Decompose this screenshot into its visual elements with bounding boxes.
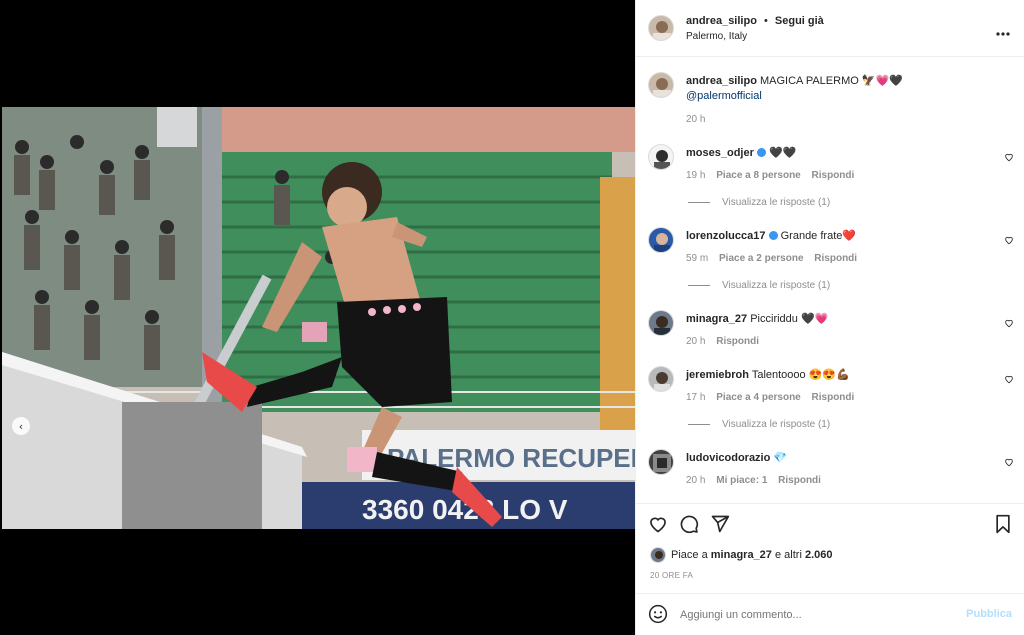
- comment-like-heart-icon[interactable]: [1004, 235, 1014, 245]
- comment-item: ludovicodorazio 💎 20 h Mi piace: 1 Rispo…: [636, 447, 1024, 497]
- comment-icon[interactable]: [679, 514, 699, 534]
- bookmark-icon[interactable]: [994, 514, 1012, 534]
- view-replies-button[interactable]: Visualizza le risposte (1): [688, 419, 830, 430]
- caption-avatar[interactable]: [648, 72, 674, 98]
- comment-avatar[interactable]: [648, 310, 674, 336]
- comment-time: 19 h: [686, 170, 706, 181]
- caption-mention-link[interactable]: @palermofficial: [686, 90, 762, 102]
- comment-like-heart-icon[interactable]: [1004, 152, 1014, 162]
- carousel-prev-button[interactable]: ‹: [12, 417, 30, 435]
- avatar[interactable]: [648, 15, 674, 41]
- comment-item: lorenzolucca17 Grande frate❤️ 59 m Piace…: [636, 225, 1024, 300]
- verified-badge-icon: [768, 230, 778, 240]
- caption-emoji: 🦅💗🖤: [861, 75, 903, 87]
- heart-icon[interactable]: [648, 514, 668, 534]
- post-header: andrea_silipo • Segui già Palermo, Italy: [636, 0, 1024, 56]
- likes-count[interactable]: 2.060: [805, 549, 833, 561]
- comment-likes-link[interactable]: Piace a 4 persone: [716, 392, 801, 403]
- comment-time: 20 h: [686, 475, 706, 486]
- comment-time: 59 m: [686, 253, 709, 264]
- comment-username[interactable]: jeremiebroh: [686, 369, 749, 381]
- caption-time: 20 h: [686, 114, 706, 125]
- comment-avatar[interactable]: [648, 227, 674, 253]
- comment-reply-button[interactable]: Rispondi: [716, 336, 759, 347]
- view-replies-button[interactable]: Visualizza le risposte (1): [688, 197, 830, 208]
- comment-likes-link[interactable]: Piace a 2 persone: [719, 253, 804, 264]
- header-username[interactable]: andrea_silipo: [686, 15, 757, 27]
- caption-username[interactable]: andrea_silipo: [686, 75, 757, 87]
- likes-prefix: Piace a: [671, 549, 708, 561]
- caption: andrea_silipo MAGICA PALERMO 🦅💗🖤 @palerm…: [636, 70, 1024, 130]
- comment-reply-button[interactable]: Rispondi: [778, 475, 821, 486]
- header-separator: •: [763, 15, 768, 27]
- comment-item: minagra_27 Picciriddu 🖤💗 20 h Rispondi: [636, 308, 1024, 358]
- comment-likes-link[interactable]: Piace a 8 persone: [716, 170, 801, 181]
- post-photo[interactable]: PALERMO RECUPER 3360 0423 LO V ‹: [2, 107, 635, 529]
- comment-time: 17 h: [686, 392, 706, 403]
- comment-avatar[interactable]: [648, 366, 674, 392]
- view-replies-button[interactable]: Visualizza le risposte (1): [688, 280, 830, 291]
- comment-username[interactable]: moses_odjer: [686, 147, 754, 159]
- verified-badge-icon: [756, 147, 766, 157]
- action-bar: [636, 512, 1024, 538]
- comment-item: jeremiebroh Talentoooo 😍😍💪🏾 17 h Piace a…: [636, 364, 1024, 439]
- comment-username[interactable]: lorenzolucca17: [686, 230, 765, 242]
- caption-text: MAGICA PALERMO: [759, 75, 859, 87]
- header-location[interactable]: Palermo, Italy: [686, 31, 747, 42]
- comment-item: moses_odjer 🖤🖤 19 h Piace a 8 persone Ri…: [636, 142, 1024, 217]
- comment-avatar[interactable]: [648, 144, 674, 170]
- more-horizontal-icon[interactable]: [996, 27, 1010, 39]
- comment-likes-link[interactable]: Mi piace: 1: [716, 475, 767, 486]
- comment-like-heart-icon[interactable]: [1004, 457, 1014, 467]
- post-media: PALERMO RECUPER 3360 0423 LO V ‹: [0, 0, 635, 635]
- likes-suffix: e altri: [774, 549, 802, 561]
- comment-avatar[interactable]: [648, 449, 674, 475]
- follow-status-button[interactable]: Segui già: [775, 15, 824, 27]
- comment-username[interactable]: minagra_27: [686, 313, 747, 325]
- liker-avatar[interactable]: [650, 547, 666, 563]
- actions-divider: [636, 503, 1024, 504]
- header-divider: [636, 56, 1024, 57]
- comment-reply-button[interactable]: Rispondi: [812, 170, 855, 181]
- likes-summary: Piace a minagra_27 e altri 2.060: [636, 547, 1024, 565]
- post-timestamp: 20 ORE FA: [650, 571, 694, 580]
- chevron-left-icon: ‹: [18, 419, 24, 433]
- comment-reply-button[interactable]: Rispondi: [814, 253, 857, 264]
- paper-plane-icon[interactable]: [710, 514, 730, 534]
- comment-text: Talentoooo 😍😍💪🏾: [751, 369, 850, 381]
- comment-input[interactable]: [680, 606, 940, 624]
- comment-time: 20 h: [686, 336, 706, 347]
- liker-username[interactable]: minagra_27: [711, 549, 772, 561]
- comment-text: Grande frate❤️: [780, 230, 857, 242]
- add-comment-bar: Pubblica: [636, 594, 1024, 635]
- comment-username[interactable]: ludovicodorazio: [686, 452, 770, 464]
- comment-like-heart-icon[interactable]: [1004, 374, 1014, 384]
- comment-text: 💎: [773, 452, 788, 464]
- post-side-panel: andrea_silipo • Segui già Palermo, Italy…: [635, 0, 1024, 635]
- comment-reply-button[interactable]: Rispondi: [812, 392, 855, 403]
- publish-button[interactable]: Pubblica: [966, 608, 1012, 620]
- comment-text: 🖤🖤: [769, 147, 797, 159]
- smiley-icon[interactable]: [648, 604, 668, 624]
- comment-text: Picciriddu 🖤💗: [750, 313, 829, 325]
- comment-like-heart-icon[interactable]: [1004, 318, 1014, 328]
